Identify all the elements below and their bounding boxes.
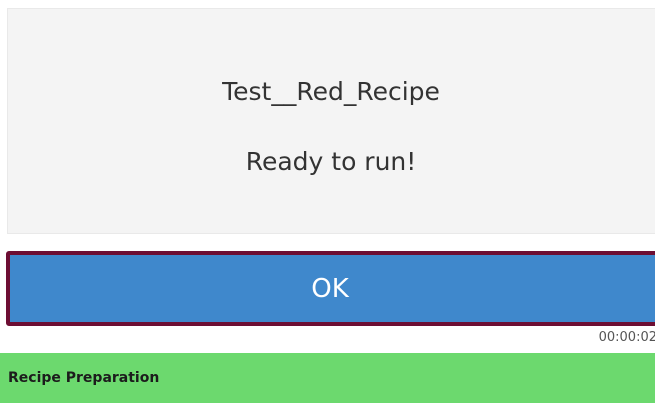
recipe-name: Test__Red_Recipe (222, 77, 440, 106)
elapsed-timer: 00:00:02 (598, 330, 655, 345)
stage-label: Recipe Preparation (8, 370, 160, 386)
ready-dialog: Test__Red_Recipe Ready to run! (7, 8, 655, 234)
stage-bar: Recipe Preparation (0, 353, 655, 403)
status-message: Ready to run! (245, 147, 417, 176)
ok-button[interactable]: OK (6, 251, 655, 326)
